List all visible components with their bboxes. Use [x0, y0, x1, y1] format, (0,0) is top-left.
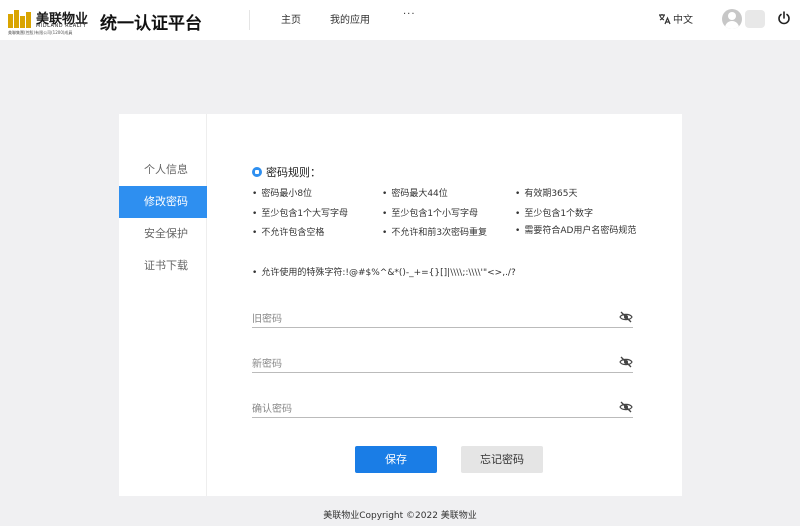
new-password-field[interactable]: 新密码 [252, 353, 633, 373]
side-item-security[interactable]: 安全保护 [119, 218, 207, 250]
side-menu: 个人信息 修改密码 安全保护 证书下载 [119, 114, 207, 496]
lock-icon [252, 167, 262, 177]
eye-off-icon[interactable] [619, 356, 633, 368]
rule-item: 需要符合AD用户名密码规范 [515, 223, 640, 240]
side-item-certificate[interactable]: 证书下载 [119, 250, 207, 282]
header-divider [249, 10, 250, 30]
old-password-field[interactable]: 旧密码 [252, 308, 633, 328]
rule-item: 密码最大44位 [382, 186, 447, 199]
confirm-password-label: 确认密码 [252, 404, 292, 415]
logo-name-en: MIDLAND REALTY [36, 23, 87, 29]
language-switch[interactable]: 中文 [658, 11, 693, 26]
rules-title: 密码规则： [252, 164, 321, 180]
special-chars-rule: 允许使用的特殊字符:!@#$%^&*()-_+={}[]|\\\\;:\\\\'… [252, 265, 515, 278]
rule-item: 不允许包含空格 [252, 225, 324, 238]
power-icon[interactable] [777, 11, 791, 25]
password-card: 个人信息 修改密码 安全保护 证书下载 密码规则： 密码最小8位 密码最大44位… [119, 114, 682, 496]
username-redacted[interactable] [745, 10, 765, 28]
language-label: 中文 [673, 15, 693, 26]
logo-subtitle: 美聯集團(控股)有限公司(1200)成員 [8, 30, 73, 35]
top-bar: 美联物业 MIDLAND REALTY 美聯集團(控股)有限公司(1200)成員… [0, 0, 800, 40]
footer-copyright: 美联物业Copyright ©2022 美联物业 [323, 511, 477, 521]
save-button[interactable]: 保存 [355, 446, 437, 473]
new-password-label: 新密码 [252, 359, 282, 370]
rule-item: 不允许和前3次密码重复 [382, 225, 487, 238]
rule-item: 有效期365天 [515, 186, 577, 199]
side-item-change-password[interactable]: 修改密码 [119, 186, 207, 218]
logo-mark [8, 10, 34, 28]
avatar[interactable] [722, 9, 742, 29]
side-item-profile[interactable]: 个人信息 [119, 154, 207, 186]
company-logo[interactable]: 美联物业 MIDLAND REALTY 美聯集團(控股)有限公司(1200)成員 [8, 8, 94, 35]
app-title: 统一认证平台 [100, 14, 202, 34]
rule-item: 至少包含1个数字 [515, 206, 593, 219]
old-password-label: 旧密码 [252, 314, 282, 325]
rule-item: 至少包含1个小写字母 [382, 206, 478, 219]
nav-more[interactable]: ··· [403, 9, 416, 20]
nav-home[interactable]: 主页 [281, 11, 301, 26]
rules-title-text: 密码规则： [266, 166, 321, 179]
nav-my-apps[interactable]: 我的应用 [330, 11, 370, 26]
rule-item: 密码最小8位 [252, 186, 312, 199]
eye-off-icon[interactable] [619, 401, 633, 413]
eye-off-icon[interactable] [619, 311, 633, 323]
translate-icon [659, 13, 671, 24]
forgot-password-button[interactable]: 忘记密码 [461, 446, 543, 473]
confirm-password-field[interactable]: 确认密码 [252, 398, 633, 418]
rule-item: 至少包含1个大写字母 [252, 206, 348, 219]
